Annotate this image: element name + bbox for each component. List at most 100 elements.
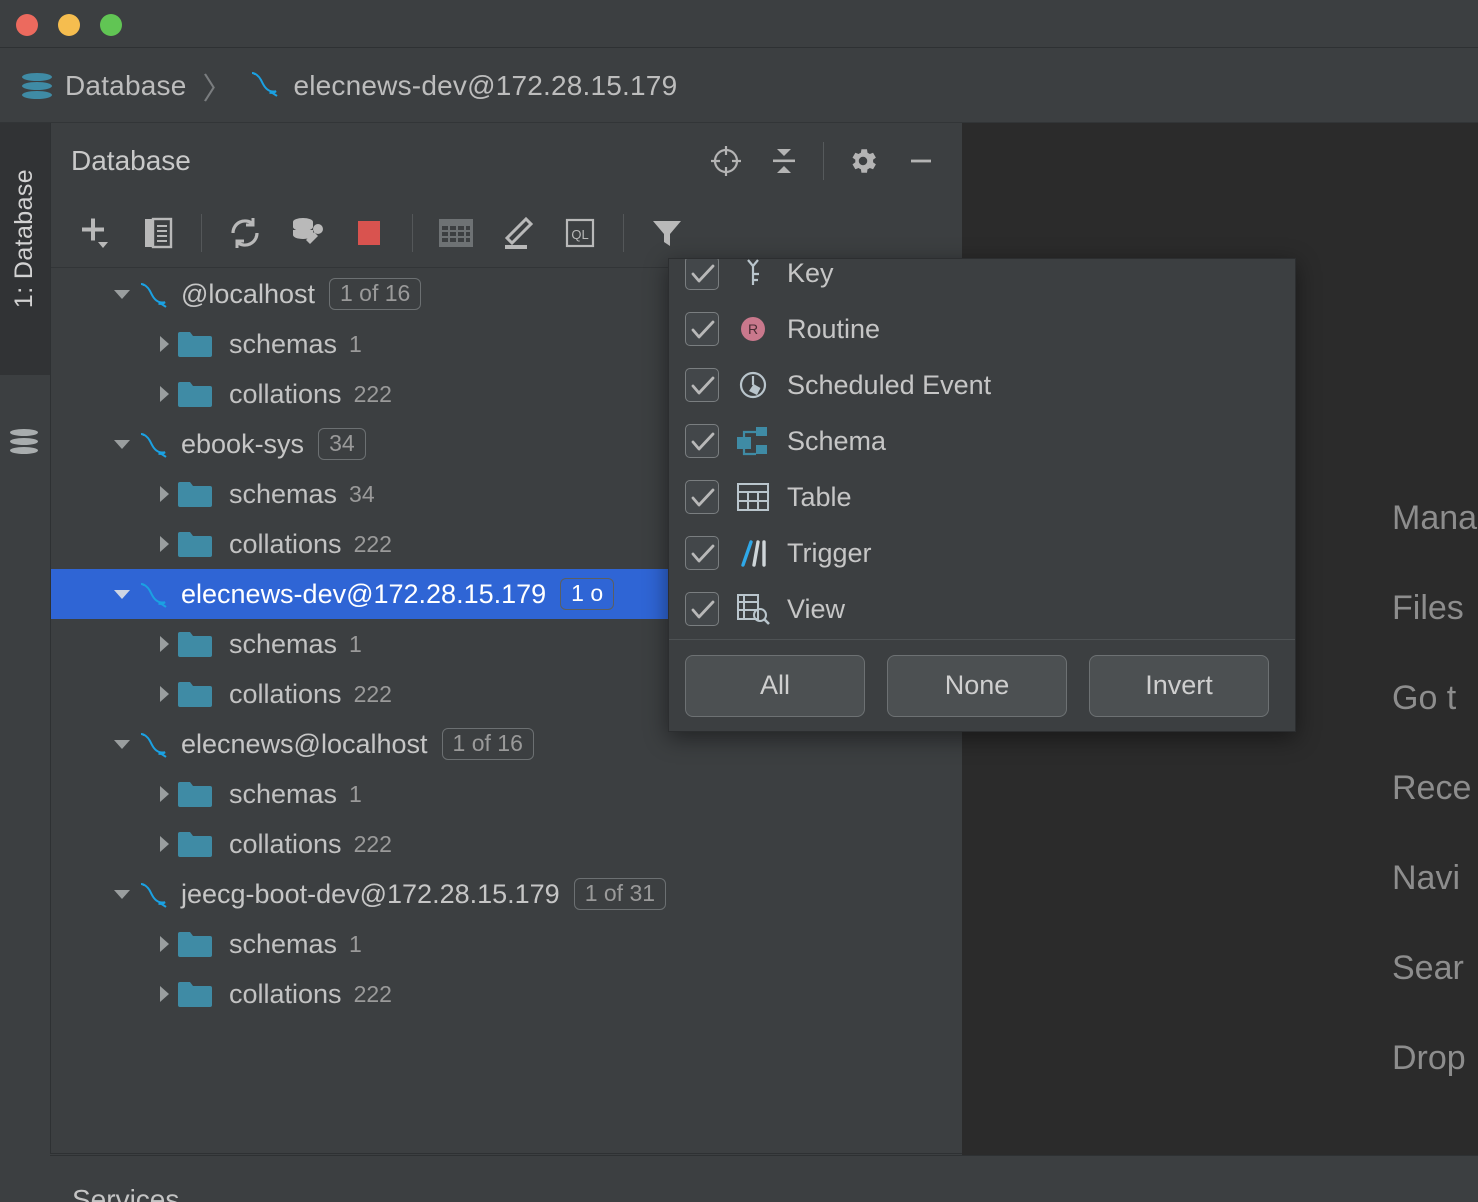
filter-menu-item[interactable]: Table [669, 469, 1295, 525]
tree-node-label: elecnews@localhost [181, 728, 428, 759]
chevron-right-icon[interactable] [151, 931, 177, 957]
status-badge: 1 o [560, 578, 615, 610]
object-filter-popup[interactable]: Key R Routine Scheduled Event Schema Table Tri… [668, 258, 1296, 732]
checkbox[interactable] [685, 592, 719, 626]
chevron-right-icon[interactable] [151, 381, 177, 407]
stop-icon[interactable] [338, 204, 400, 262]
chevron-right-icon[interactable] [151, 331, 177, 357]
breadcrumb: Database 〉 elecnews-dev@172.28.15.179 [0, 49, 1478, 123]
chevron-right-icon[interactable] [151, 831, 177, 857]
filter-icon[interactable] [636, 204, 698, 262]
editor-shortcut-item: Go t [1392, 679, 1457, 717]
chevron-down-icon[interactable] [109, 431, 135, 457]
breadcrumb-item-database[interactable]: Database [22, 70, 186, 102]
editor-shortcut-item: Navi [1392, 859, 1461, 897]
tree-node-count: 222 [353, 380, 392, 407]
trigger-icon [735, 536, 771, 570]
services-tool-window[interactable]: Services [50, 1155, 1478, 1202]
chevron-down-icon[interactable] [109, 581, 135, 607]
checkbox[interactable] [685, 536, 719, 570]
chevron-right-icon[interactable] [151, 531, 177, 557]
chevron-right-icon[interactable] [151, 681, 177, 707]
tree-node-folder[interactable]: collations 222 [51, 969, 962, 1019]
settings-gear-icon[interactable] [834, 132, 892, 190]
duplicate-icon[interactable] [127, 204, 189, 262]
tree-node-connection[interactable]: jeecg-boot-dev@172.28.15.179 1 of 31 [51, 869, 962, 919]
refresh-icon[interactable] [214, 204, 276, 262]
tree-node-label: schemas [229, 778, 338, 809]
chevron-down-icon[interactable] [109, 281, 135, 307]
chevron-right-icon[interactable] [151, 781, 177, 807]
mysql-dolphin-icon [135, 729, 169, 759]
scheduled-event-icon [735, 368, 771, 402]
services-label: Services [72, 1184, 180, 1202]
editor-shortcut-item: Sear [1392, 949, 1464, 987]
select-all-button[interactable]: All [685, 654, 865, 717]
tree-node-label: collations [229, 678, 342, 709]
tree-node-folder[interactable]: schemas 1 [51, 919, 962, 969]
filter-menu-item[interactable]: Trigger [669, 525, 1295, 581]
tree-node-label: schemas [229, 928, 338, 959]
page-title: Database [71, 144, 191, 176]
chevron-right-icon[interactable] [151, 481, 177, 507]
tree-node-count: 1 [349, 630, 362, 657]
database-tools-icon[interactable] [276, 204, 338, 262]
chevron-down-icon[interactable] [109, 731, 135, 757]
filter-menu-item-label: Table [787, 481, 852, 512]
breadcrumb-item-connection[interactable]: elecnews-dev@172.28.15.179 [246, 68, 677, 103]
checkbox[interactable] [685, 368, 719, 402]
tree-node-folder[interactable]: collations 222 [51, 819, 962, 869]
tree-node-label: collations [229, 378, 342, 409]
divider [412, 213, 413, 252]
divider [823, 141, 824, 180]
hide-icon[interactable] [892, 132, 950, 190]
folder-icon [177, 630, 213, 658]
filter-menu-item[interactable]: Schema [669, 413, 1295, 469]
database-icon[interactable] [10, 428, 38, 458]
add-new-icon[interactable] [65, 204, 127, 262]
query-console-icon[interactable]: QL [549, 204, 611, 262]
table-editor-icon[interactable] [425, 204, 487, 262]
folder-icon [177, 530, 213, 558]
tree-node-label: jeecg-boot-dev@172.28.15.179 [181, 878, 560, 909]
invert-selection-button[interactable]: Invert [1089, 654, 1269, 717]
collapse-all-icon[interactable] [755, 132, 813, 190]
key-icon [735, 259, 771, 290]
svg-text:QL: QL [571, 227, 588, 242]
left-toolstrip: 1: Database [0, 123, 50, 1202]
tree-node-label: schemas [229, 628, 338, 659]
chevron-right-icon[interactable] [151, 981, 177, 1007]
svg-text:R: R [748, 321, 758, 337]
filter-menu-item-label: View [787, 593, 846, 624]
tree-node-label: @localhost [181, 278, 315, 309]
folder-icon [177, 480, 213, 508]
checkbox[interactable] [685, 480, 719, 514]
checkbox[interactable] [685, 312, 719, 346]
app-window: Database 〉 elecnews-dev@172.28.15.179 1:… [0, 0, 1478, 1202]
toolstrip-tab-database[interactable]: 1: Database [0, 123, 50, 375]
folder-icon [177, 380, 213, 408]
chevron-down-icon[interactable] [109, 881, 135, 907]
toolstrip-tab-label: 1: Database [10, 168, 39, 308]
breadcrumb-current-label: elecnews-dev@172.28.15.179 [293, 69, 678, 101]
tree-node-folder[interactable]: schemas 1 [51, 769, 962, 819]
tree-node-label: collations [229, 828, 342, 859]
chevron-right-icon[interactable] [151, 631, 177, 657]
select-none-button[interactable]: None [887, 654, 1067, 717]
checkbox[interactable] [685, 259, 719, 290]
editor-shortcut-item: Rece [1392, 769, 1472, 807]
checkbox[interactable] [685, 424, 719, 458]
divider [623, 213, 624, 252]
filter-menu-item[interactable]: Scheduled Event [669, 357, 1295, 413]
window-titlebar [0, 0, 1478, 48]
filter-menu-item[interactable]: Key [669, 259, 1295, 301]
zoom-button[interactable] [100, 14, 122, 36]
minimize-button[interactable] [58, 14, 80, 36]
modify-icon[interactable] [487, 204, 549, 262]
status-badge: 1 of 16 [328, 278, 422, 310]
filter-menu-item-label: Trigger [787, 537, 872, 568]
filter-menu-item[interactable]: R Routine [669, 301, 1295, 357]
close-button[interactable] [16, 14, 38, 36]
scroll-from-source-icon[interactable] [697, 132, 755, 190]
filter-menu-item[interactable]: View [669, 581, 1295, 637]
